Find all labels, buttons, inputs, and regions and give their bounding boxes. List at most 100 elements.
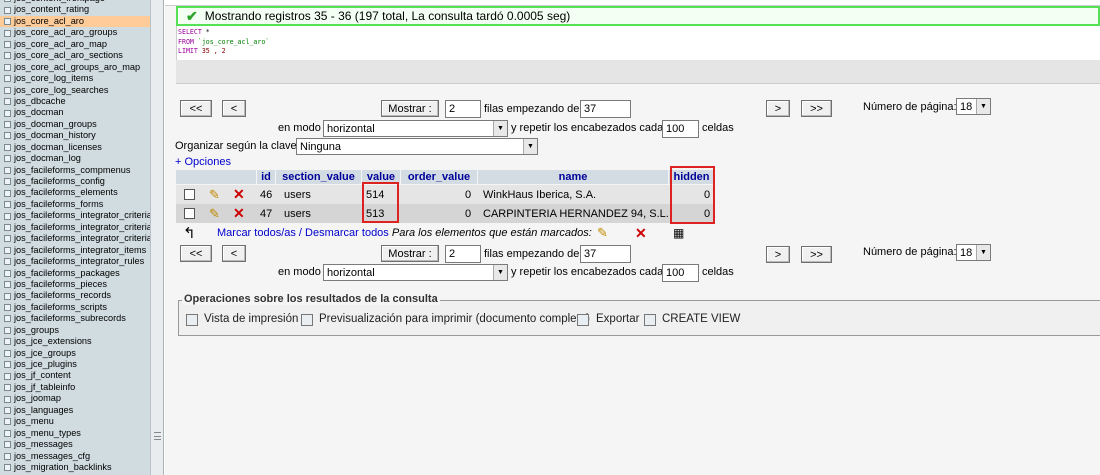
sidebar-item-table[interactable]: jos_migration_backlinks [0, 462, 150, 473]
sidebar-scrollbar[interactable] [150, 0, 163, 475]
sidebar-item-table[interactable]: jos_content_rating [0, 4, 150, 15]
sidebar-item-table[interactable]: jos_jce_extensions [0, 336, 150, 347]
last-page-button-bottom[interactable]: >> [801, 246, 832, 263]
delete-x-icon[interactable]: ✕ [233, 185, 245, 204]
sidebar-item-table[interactable]: jos_facileforms_integrator_criteria [0, 233, 150, 244]
sidebar-item-table[interactable]: jos_core_acl_groups_aro_map [0, 62, 150, 73]
row-checkbox[interactable] [184, 204, 195, 223]
table-icon[interactable] [4, 75, 11, 83]
sidebar-item-table[interactable]: jos_facileforms_compmenus [0, 165, 150, 176]
sidebar-item-table[interactable]: jos_docman_licenses [0, 142, 150, 153]
uncheck-all-link[interactable]: Desmarcar todos [305, 227, 389, 239]
rows-count-input-bottom[interactable]: 2 [445, 245, 481, 263]
table-icon[interactable] [4, 464, 11, 472]
table-row[interactable]: ✎ ✕ 46 users 514 0 WinkHaus Iberica, S.A… [176, 185, 714, 204]
table-icon[interactable] [4, 361, 11, 369]
scrollbar-grip-icon[interactable] [154, 432, 161, 440]
table-icon[interactable] [4, 304, 11, 312]
sidebar-item-table[interactable]: jos_facileforms_elements [0, 187, 150, 198]
table-icon[interactable] [4, 0, 11, 3]
table-icon[interactable] [4, 292, 11, 300]
chevron-down-icon[interactable]: ▼ [976, 245, 990, 260]
sidebar-item-table[interactable]: jos_core_acl_aro_groups [0, 27, 150, 38]
table-icon[interactable] [4, 98, 11, 106]
sidebar-item-table[interactable]: jos_joomap [0, 393, 150, 404]
table-icon[interactable] [4, 235, 11, 243]
sidebar-item-table[interactable]: jos_docman [0, 107, 150, 118]
create-view-icon[interactable] [644, 314, 656, 326]
sidebar-item-table[interactable]: jos_facileforms_scripts [0, 302, 150, 313]
sidebar-item-table[interactable]: jos_facileforms_integrator_criteria [0, 210, 150, 221]
sidebar-item-table[interactable]: jos_core_acl_aro [0, 15, 150, 28]
table-icon[interactable] [4, 6, 11, 14]
table-icon[interactable] [4, 441, 11, 449]
table-icon[interactable] [4, 418, 11, 426]
column-header-id[interactable]: id [257, 170, 275, 184]
export-link[interactable]: Exportar [596, 313, 639, 325]
table-icon[interactable] [4, 406, 11, 414]
table-icon[interactable] [4, 246, 11, 254]
sidebar-item-table[interactable]: jos_facileforms_pieces [0, 279, 150, 290]
sidebar-item-table[interactable]: jos_jf_content [0, 370, 150, 381]
start-row-input[interactable]: 37 [580, 100, 631, 118]
repeat-headers-input-bottom[interactable]: 100 [662, 264, 699, 282]
page-number-select-bottom[interactable]: 18 ▼ [956, 244, 991, 261]
table-icon[interactable] [4, 315, 11, 323]
table-icon[interactable] [4, 384, 11, 392]
table-icon[interactable] [4, 109, 11, 117]
export-icon[interactable] [577, 314, 589, 326]
table-icon[interactable] [4, 223, 11, 231]
sidebar-item-table[interactable]: jos_groups [0, 325, 150, 336]
sidebar-item-table[interactable]: jos_menu_types [0, 428, 150, 439]
rows-count-input[interactable]: 2 [445, 100, 481, 118]
sidebar-item-table[interactable]: jos_core_log_items [0, 73, 150, 84]
table-icon[interactable] [4, 63, 11, 71]
table-icon[interactable] [4, 429, 11, 437]
sidebar-item-table[interactable]: jos_menu [0, 416, 150, 427]
column-header-section-value[interactable]: section_value [276, 170, 361, 184]
print-full-icon[interactable] [301, 314, 313, 326]
display-mode-select-bottom[interactable]: horizontal ▼ [323, 264, 508, 281]
last-page-button[interactable]: >> [801, 100, 832, 117]
sidebar-item-table[interactable]: jos_facileforms_integrator_items [0, 245, 150, 256]
table-icon[interactable] [4, 52, 11, 60]
table-icon[interactable] [4, 143, 11, 151]
next-page-button[interactable]: > [766, 100, 790, 117]
display-mode-select[interactable]: horizontal ▼ [323, 120, 508, 137]
sidebar-item-table[interactable]: jos_messages_cfg [0, 451, 150, 462]
column-header-order-value[interactable]: order_value [401, 170, 477, 184]
sidebar-item-table[interactable]: jos_docman_groups [0, 119, 150, 130]
table-icon[interactable] [4, 349, 11, 357]
column-header-name[interactable]: name [478, 170, 668, 184]
edit-pencil-icon[interactable]: ✎ [209, 204, 220, 223]
table-icon[interactable] [4, 326, 11, 334]
sidebar-item-table[interactable]: jos_jce_groups [0, 348, 150, 359]
chevron-down-icon[interactable]: ▼ [493, 265, 507, 280]
sidebar-item-table[interactable]: jos_dbcache [0, 96, 150, 107]
table-icon[interactable] [4, 452, 11, 460]
repeat-headers-input[interactable]: 100 [662, 120, 699, 138]
sidebar-item-table[interactable]: jos_facileforms_forms [0, 199, 150, 210]
start-row-input-bottom[interactable]: 37 [580, 245, 631, 263]
sidebar-item-table[interactable]: jos_core_acl_aro_map [0, 39, 150, 50]
sidebar-item-table[interactable]: jos_facileforms_integrator_criteria [0, 222, 150, 233]
previous-page-button-bottom[interactable]: < [222, 245, 246, 262]
bulk-edit-pencil-icon[interactable]: ✎ [597, 225, 608, 241]
chevron-down-icon[interactable]: ▼ [976, 99, 990, 114]
table-icon[interactable] [4, 166, 11, 174]
table-icon[interactable] [4, 86, 11, 94]
table-icon[interactable] [4, 201, 11, 209]
sidebar-item-table[interactable]: jos_facileforms_packages [0, 268, 150, 279]
chevron-down-icon[interactable]: ▼ [523, 139, 537, 154]
sidebar-item-table[interactable]: jos_core_log_searches [0, 85, 150, 96]
sidebar-item-table[interactable]: jos_jf_tableinfo [0, 382, 150, 393]
print-icon[interactable] [186, 314, 198, 326]
table-icon[interactable] [4, 29, 11, 37]
chevron-down-icon[interactable]: ▼ [493, 121, 507, 136]
table-icon[interactable] [4, 395, 11, 403]
next-page-button-bottom[interactable]: > [766, 246, 790, 263]
previous-page-button[interactable]: < [222, 100, 246, 117]
create-view-link[interactable]: CREATE VIEW [662, 313, 740, 325]
sidebar-item-table[interactable]: jos_languages [0, 405, 150, 416]
table-icon[interactable] [4, 258, 11, 266]
